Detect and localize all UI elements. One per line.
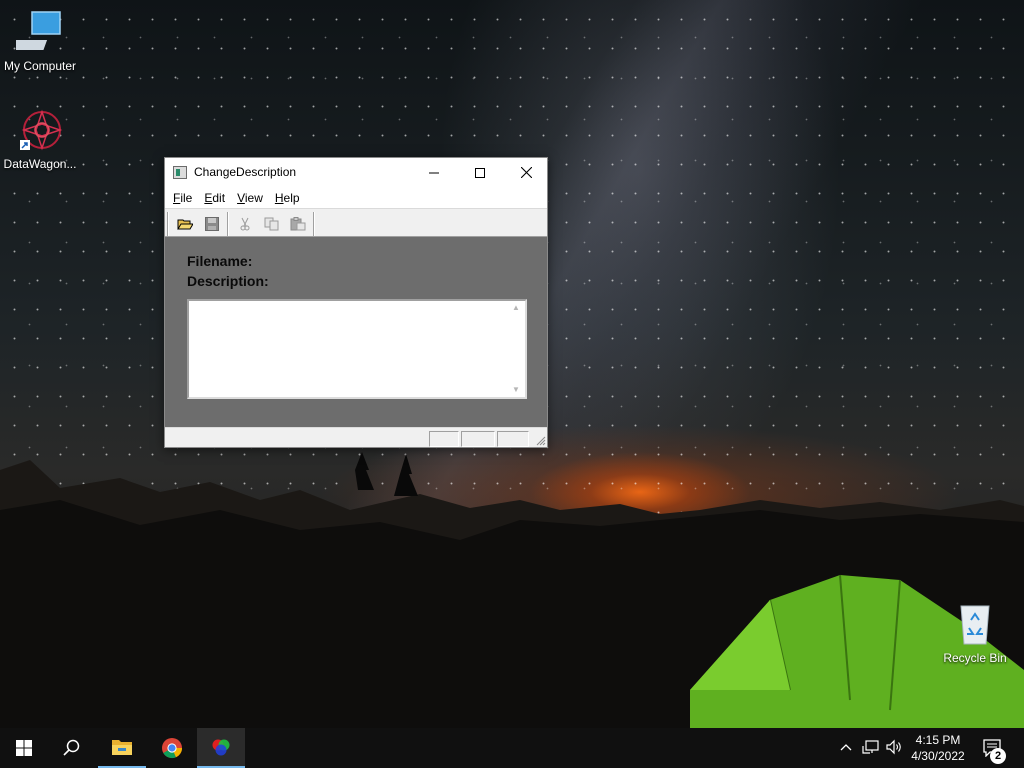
status-pane bbox=[497, 431, 529, 447]
resize-grip-icon[interactable] bbox=[534, 434, 546, 446]
menu-file[interactable]: File bbox=[167, 191, 198, 205]
scroll-down-icon[interactable]: ▼ bbox=[512, 385, 520, 394]
description-textarea[interactable] bbox=[187, 299, 527, 399]
description-label: Description: bbox=[187, 273, 269, 289]
menu-bar: File Edit View Help bbox=[165, 187, 547, 208]
maximize-icon bbox=[475, 167, 485, 178]
search-icon bbox=[63, 739, 80, 756]
notification-count-badge: 2 bbox=[990, 748, 1006, 764]
save-icon bbox=[205, 217, 219, 231]
menu-mnemonic: V bbox=[237, 190, 245, 205]
menu-label: ile bbox=[180, 190, 193, 205]
copy-icon bbox=[264, 217, 279, 231]
desktop-icon-my-computer[interactable]: My Computer bbox=[0, 10, 80, 73]
minimize-button[interactable] bbox=[411, 158, 457, 187]
start-icon bbox=[16, 740, 32, 756]
menu-edit[interactable]: Edit bbox=[198, 191, 231, 205]
app-icon bbox=[173, 166, 187, 179]
paste-button[interactable] bbox=[286, 213, 310, 235]
toolbar-separator bbox=[227, 212, 229, 236]
toolbar-separator bbox=[313, 212, 315, 236]
scrollbar-track: ▲ ▼ bbox=[509, 301, 525, 397]
status-pane bbox=[429, 431, 459, 447]
taskbar-change-description[interactable] bbox=[197, 728, 245, 768]
status-pane bbox=[461, 431, 495, 447]
taskbar: 4:15 PM 4/30/2022 bbox=[0, 728, 1024, 768]
taskbar-file-explorer[interactable] bbox=[98, 728, 146, 768]
menu-label: iew bbox=[244, 190, 263, 205]
menu-view[interactable]: View bbox=[231, 191, 269, 205]
close-button[interactable] bbox=[503, 158, 549, 187]
colors-app-icon bbox=[212, 739, 230, 756]
save-button[interactable] bbox=[200, 213, 224, 235]
scroll-up-icon[interactable]: ▲ bbox=[512, 303, 520, 312]
menu-label: elp bbox=[283, 190, 300, 205]
taskbar-chrome[interactable] bbox=[148, 728, 196, 768]
landscape-silhouette bbox=[0, 452, 1024, 728]
desktop-icon-label: Recycle Bin bbox=[943, 651, 1007, 665]
toolbar-grip bbox=[167, 212, 169, 236]
close-icon bbox=[520, 167, 532, 178]
toolbar bbox=[165, 208, 547, 237]
menu-help[interactable]: Help bbox=[269, 191, 306, 205]
chrome-icon bbox=[162, 738, 183, 759]
recycle-bin-icon bbox=[960, 605, 990, 645]
paste-icon bbox=[290, 217, 306, 231]
desktop-icon-label: DataWagon... bbox=[3, 157, 77, 171]
cut-icon bbox=[240, 217, 250, 231]
datawagon-app-icon bbox=[20, 109, 63, 151]
minimize-icon bbox=[429, 172, 439, 173]
volume-icon[interactable] bbox=[885, 738, 903, 756]
desktop-icon-label: My Computer bbox=[3, 59, 77, 73]
computer-icon bbox=[9, 11, 61, 50]
show-hidden-icons-icon[interactable] bbox=[839, 738, 853, 756]
maximize-button[interactable] bbox=[457, 158, 503, 187]
description-scrollbar[interactable]: ▲ ▼ bbox=[509, 301, 525, 397]
window-title: ChangeDescription bbox=[194, 165, 297, 179]
desktop-icon-recycle-bin[interactable]: Recycle Bin bbox=[935, 602, 1015, 665]
desktop-icon-datawagon[interactable]: DataWagon... bbox=[0, 108, 80, 171]
change-description-window: ChangeDescription File Edit View Help Fi… bbox=[164, 157, 548, 448]
start-button[interactable] bbox=[0, 728, 48, 768]
menu-label: dit bbox=[212, 190, 226, 205]
search-button[interactable] bbox=[48, 728, 96, 768]
taskbar-clock[interactable]: 4:15 PM 4/30/2022 bbox=[906, 732, 970, 764]
open-icon bbox=[177, 219, 193, 230]
status-bar bbox=[165, 427, 547, 447]
title-bar[interactable]: ChangeDescription bbox=[165, 158, 547, 187]
network-icon[interactable] bbox=[862, 738, 880, 756]
filename-label: Filename: bbox=[187, 253, 253, 269]
copy-button[interactable] bbox=[260, 213, 284, 235]
file-explorer-icon bbox=[112, 740, 132, 755]
cut-button[interactable] bbox=[233, 213, 257, 235]
clock-date: 4/30/2022 bbox=[911, 749, 965, 763]
client-area: Filename: Description: ▲ ▼ bbox=[165, 237, 547, 427]
menu-mnemonic: H bbox=[274, 190, 284, 205]
clock-time: 4:15 PM bbox=[915, 733, 961, 747]
open-button[interactable] bbox=[173, 213, 197, 235]
